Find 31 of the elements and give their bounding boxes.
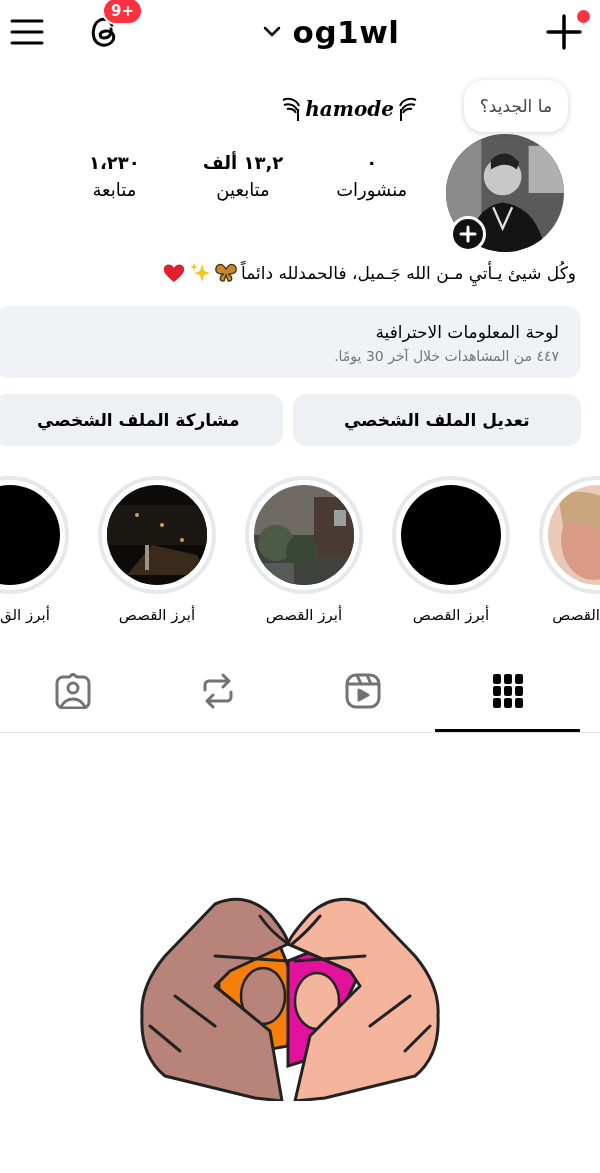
highlight-label: أبرز الق xyxy=(0,606,51,624)
stat-value: ١٣,٢ ألف xyxy=(202,152,284,173)
highlight-label: أبرز القصص xyxy=(117,606,197,624)
highlight-label: أبرز القصص xyxy=(264,606,344,624)
grid-icon xyxy=(492,673,523,708)
highlight-label: القصص xyxy=(551,606,600,624)
reels-icon xyxy=(344,672,381,709)
heart-icon xyxy=(163,263,185,283)
stat-value: ١،٢٣٠ xyxy=(88,152,140,173)
ornament-icon xyxy=(396,96,418,122)
display-name: hamode xyxy=(305,97,394,121)
add-story-icon[interactable] xyxy=(450,216,486,252)
highlight-label: أبرز القصص xyxy=(411,606,491,624)
share-profile-button[interactable]: مشاركة الملف الشخصي xyxy=(0,394,283,446)
butterfly-icon xyxy=(215,263,237,283)
stat-label[interactable]: متابعة xyxy=(92,179,137,200)
create-button[interactable] xyxy=(546,14,582,50)
username[interactable]: og1wl xyxy=(292,14,400,50)
dashboard-card[interactable]: لوحة المعلومات الاحترافية ٤٤٧ من المشاهدات خلال آخر 30 يومًا. xyxy=(0,306,581,378)
notification-badge: 9+ xyxy=(102,0,143,25)
stat-label[interactable]: متابعين xyxy=(216,179,270,200)
dashboard-title: لوحة المعلومات الاحترافية xyxy=(374,322,559,342)
edit-profile-button[interactable]: تعديل الملف الشخصي xyxy=(292,394,581,446)
chevron-down-icon[interactable] xyxy=(262,26,281,38)
menu-icon[interactable] xyxy=(10,18,44,46)
repost-icon xyxy=(201,672,234,709)
tagged-person-icon xyxy=(54,672,91,709)
whats-new-tooltip[interactable]: ما الجديد؟ xyxy=(463,80,568,132)
stat-value: ٠ xyxy=(366,152,378,173)
stat-label[interactable]: منشورات xyxy=(336,179,408,200)
dashboard-subtitle: ٤٤٧ من المشاهدات خلال آخر 30 يومًا. xyxy=(333,348,559,364)
